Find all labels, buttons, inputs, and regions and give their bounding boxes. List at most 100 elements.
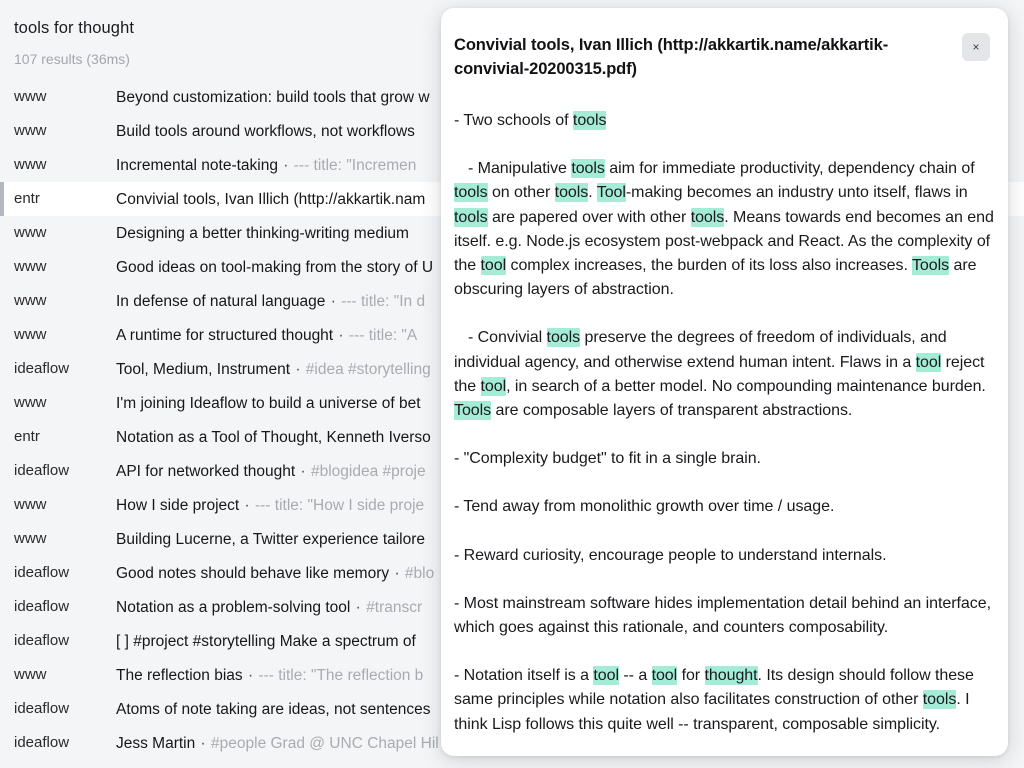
result-title-text: Designing a better thinking-writing medi… — [116, 224, 409, 242]
result-snippet: --- title: "A — [348, 326, 418, 344]
highlighted-term: Tools — [911, 256, 950, 276]
paragraph-text: - Convivial — [468, 329, 547, 347]
detail-modal: Convivial tools, Ivan Illich (http://akk… — [441, 8, 1008, 756]
result-snippet: #blo — [404, 564, 435, 582]
detail-paragraph: - Manipulative tools aim for immediate p… — [454, 157, 994, 302]
result-separator: · — [196, 734, 211, 752]
result-source-label: ideaflow — [14, 360, 70, 377]
paragraph-text: - Two schools of — [454, 112, 573, 129]
paragraph-text: - Notation itself is a — [454, 667, 594, 685]
close-icon[interactable]: × — [962, 33, 990, 61]
result-source-label: www — [14, 394, 47, 411]
result-snippet: --- title: "The reflection b — [258, 666, 424, 684]
result-separator: · — [326, 292, 341, 310]
result-title-text: Notation as a problem-solving tool — [116, 598, 351, 616]
result-title-text: Good notes should behave like memory — [116, 564, 390, 582]
result-source-label: www — [14, 258, 47, 275]
result-title-text: Convivial tools, Ivan Illich (http://akk… — [116, 190, 426, 208]
result-source-label: www — [14, 666, 47, 683]
paragraph-text: -- a — [618, 667, 652, 685]
result-separator: · — [278, 156, 293, 174]
detail-paragraph: - Most mainstream software hides impleme… — [454, 592, 994, 640]
highlighted-term: tools — [546, 328, 581, 348]
result-title-text: I'm joining Ideaflow to build a universe… — [116, 394, 421, 412]
result-title-text: Jess Martin — [116, 734, 196, 752]
result-snippet: --- title: "Incremen — [293, 156, 417, 174]
result-separator: · — [291, 360, 305, 378]
result-separator: · — [296, 462, 310, 480]
highlighted-term: tools — [571, 159, 605, 179]
result-source-label: ideaflow — [14, 462, 70, 479]
result-title-text: A runtime for structured thought — [116, 326, 334, 344]
detail-paragraph: - Tend away from monolithic growth over … — [454, 495, 994, 519]
detail-paragraph: - Convivial tools preserve the degrees o… — [454, 326, 994, 423]
result-snippet: #transcr — [366, 598, 423, 616]
result-title-text: Good ideas on tool-making from the story… — [116, 258, 434, 276]
result-source-label: www — [14, 496, 47, 513]
result-snippet: #blogidea #proje — [311, 462, 426, 480]
highlighted-term: tools — [572, 111, 607, 130]
result-title-text: Tool, Medium, Instrument — [116, 360, 291, 378]
paragraph-text: aim for immediate productivity, dependen… — [604, 160, 975, 178]
result-title-text: In defense of natural language — [116, 292, 326, 310]
result-title-text: Building Lucerne, a Twitter experience t… — [116, 530, 426, 548]
highlighted-term: tool — [480, 256, 507, 276]
paragraph-text: - Manipulative — [468, 160, 572, 178]
paragraph-text: on other — [487, 184, 555, 202]
paragraph-text: are papered over with other — [487, 208, 691, 226]
highlighted-term: Tools — [454, 401, 492, 421]
highlighted-term: tool — [915, 352, 942, 372]
result-source-label: ideaflow — [14, 734, 70, 751]
highlighted-term: Tool — [596, 183, 626, 203]
highlighted-term: tools — [454, 183, 488, 203]
result-snippet: --- title: "How I side proje — [254, 496, 425, 514]
detail-title: Convivial tools, Ivan Illich (http://akk… — [454, 36, 889, 78]
result-source-label: www — [14, 122, 47, 139]
result-source-label: ideaflow — [14, 632, 70, 649]
paragraph-text: . — [588, 184, 597, 202]
paragraph-text: - "Complexity budget" to fit in a single… — [454, 450, 761, 468]
highlighted-term: tools — [454, 207, 488, 227]
detail-modal-header: Convivial tools, Ivan Illich (http://akk… — [441, 8, 1008, 87]
result-source-label: entr — [14, 428, 40, 445]
detail-paragraph: - "Complexity budget" to fit in a single… — [454, 447, 994, 471]
result-source-label: www — [14, 530, 47, 547]
result-title-text: Incremental note-taking — [116, 156, 278, 174]
detail-paragraph: - Two schools of tools — [454, 109, 994, 133]
result-source-label: www — [14, 292, 47, 309]
paragraph-text: complex increases, the burden of its los… — [506, 257, 912, 275]
result-title-text: Beyond customization: build tools that g… — [116, 88, 430, 106]
highlighted-term: thought — [704, 666, 758, 686]
result-title-text: How I side project — [116, 496, 240, 514]
paragraph-text: - Most mainstream software hides impleme… — [454, 594, 991, 637]
paragraph-text: are composable layers of transparent abs… — [491, 402, 853, 420]
result-source-label: ideaflow — [14, 598, 70, 615]
result-separator: · — [390, 564, 404, 582]
result-source-label: ideaflow — [14, 564, 70, 581]
highlighted-term: tools — [922, 690, 957, 710]
result-separator: · — [351, 598, 366, 616]
result-source-label: www — [14, 224, 47, 241]
result-source-label: www — [14, 88, 47, 105]
result-separator: · — [243, 666, 258, 684]
detail-paragraph: - Notation itself is a tool -- a tool fo… — [454, 664, 994, 737]
paragraph-text: - Reward curiosity, encourage people to … — [454, 546, 887, 564]
paragraph-text: for — [677, 667, 705, 685]
detail-paragraph: - Reward curiosity, encourage people to … — [454, 544, 994, 568]
result-snippet: --- title: "In d — [341, 292, 426, 310]
result-separator: · — [334, 326, 348, 344]
result-title-text: Build tools around workflows, not workfl… — [116, 122, 415, 140]
paragraph-text: - Tend away from monolithic growth over … — [454, 498, 835, 516]
result-source-label: www — [14, 156, 47, 173]
detail-body: - Two schools of tools - Manipulative too… — [441, 87, 1008, 756]
highlighted-term: tool — [593, 666, 619, 686]
result-snippet: #people Grad @ UNC Chapel Hil — [211, 734, 439, 752]
result-source-label: ideaflow — [14, 700, 70, 717]
highlighted-term: tools — [554, 183, 589, 203]
result-title-text: [ ] #project #storytelling Make a spectr… — [116, 632, 416, 650]
result-snippet: #idea #storytelling — [305, 360, 431, 378]
result-title-text: API for networked thought — [116, 462, 296, 480]
result-separator: · — [240, 496, 254, 514]
result-source-label: entr — [14, 190, 40, 207]
paragraph-text: , in search of a better model. No compou… — [506, 377, 986, 395]
